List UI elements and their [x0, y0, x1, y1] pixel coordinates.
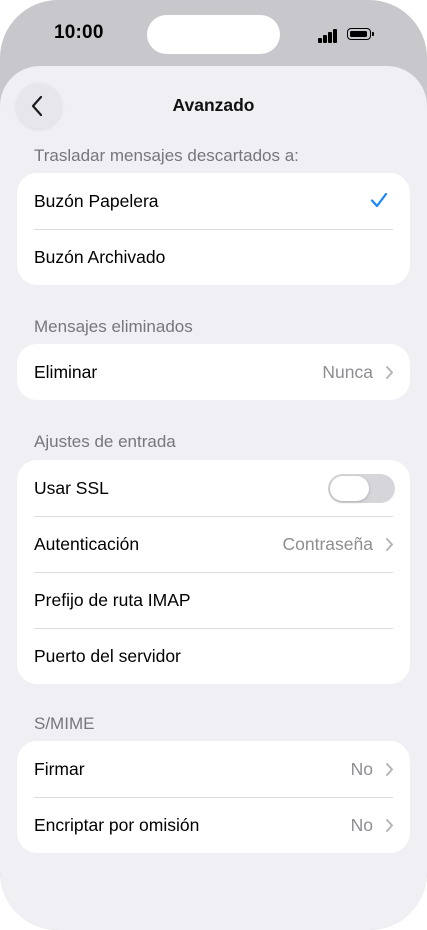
row-label: Usar SSL — [34, 478, 109, 498]
group-incoming: Usar SSL Autenticación Contraseña Prefij… — [17, 460, 410, 684]
row-label: Firmar — [34, 759, 85, 779]
row-firmar[interactable]: Firmar No — [17, 741, 410, 797]
chevron-right-icon — [386, 538, 393, 551]
toggle-knob — [330, 476, 369, 501]
row-value: Nunca — [322, 362, 373, 382]
option-buzon-archivado[interactable]: Buzón Archivado — [17, 229, 410, 285]
navigation-bar: Avanzado — [0, 66, 427, 148]
status-bar: 10:00 — [0, 0, 427, 70]
row-usar-ssl: Usar SSL — [17, 460, 410, 516]
row-label: Autenticación — [34, 534, 140, 554]
row-label: Eliminar — [34, 362, 98, 382]
group-smime: Firmar No Encriptar por omisión No — [17, 741, 410, 853]
row-eliminar[interactable]: Eliminar Nunca — [17, 344, 410, 400]
status-icons — [318, 27, 378, 43]
row-autenticacion[interactable]: Autenticación Contraseña — [17, 516, 410, 572]
page-title: Avanzado — [172, 95, 255, 115]
section-header-deleted: Mensajes eliminados — [34, 317, 193, 336]
chevron-right-icon — [386, 366, 393, 379]
ssl-toggle[interactable] — [328, 474, 395, 503]
row-value: No — [350, 759, 373, 779]
status-time: 10:00 — [54, 22, 104, 43]
chevron-right-icon — [386, 763, 393, 776]
row-label: Prefijo de ruta IMAP — [34, 590, 191, 610]
dynamic-island — [147, 15, 280, 54]
chevron-right-icon — [386, 819, 393, 832]
section-header-incoming: Ajustes de entrada — [34, 432, 176, 451]
row-puerto-servidor[interactable]: Puerto del servidor — [17, 628, 410, 684]
phone-frame: 10:00 Avanzado Trasladar mensajes descar… — [0, 0, 427, 930]
row-value: Contraseña — [282, 534, 373, 554]
group-discarded: Buzón Papelera Buzón Archivado — [17, 173, 410, 285]
group-deleted: Eliminar Nunca — [17, 344, 410, 400]
option-label: Buzón Papelera — [34, 191, 159, 211]
row-label: Puerto del servidor — [34, 646, 181, 666]
row-label: Encriptar por omisión — [34, 815, 200, 835]
row-value: No — [350, 815, 373, 835]
row-prefijo-ruta-imap[interactable]: Prefijo de ruta IMAP — [17, 572, 410, 628]
row-encriptar-por-omision[interactable]: Encriptar por omisión No — [17, 797, 410, 853]
section-header-discarded: Trasladar mensajes descartados a: — [34, 146, 299, 165]
settings-sheet: Avanzado Trasladar mensajes descartados … — [0, 66, 427, 930]
option-buzon-papelera[interactable]: Buzón Papelera — [17, 173, 410, 229]
option-label: Buzón Archivado — [34, 247, 166, 267]
checkmark-icon — [370, 192, 388, 208]
section-header-smime: S/MIME — [34, 714, 95, 733]
